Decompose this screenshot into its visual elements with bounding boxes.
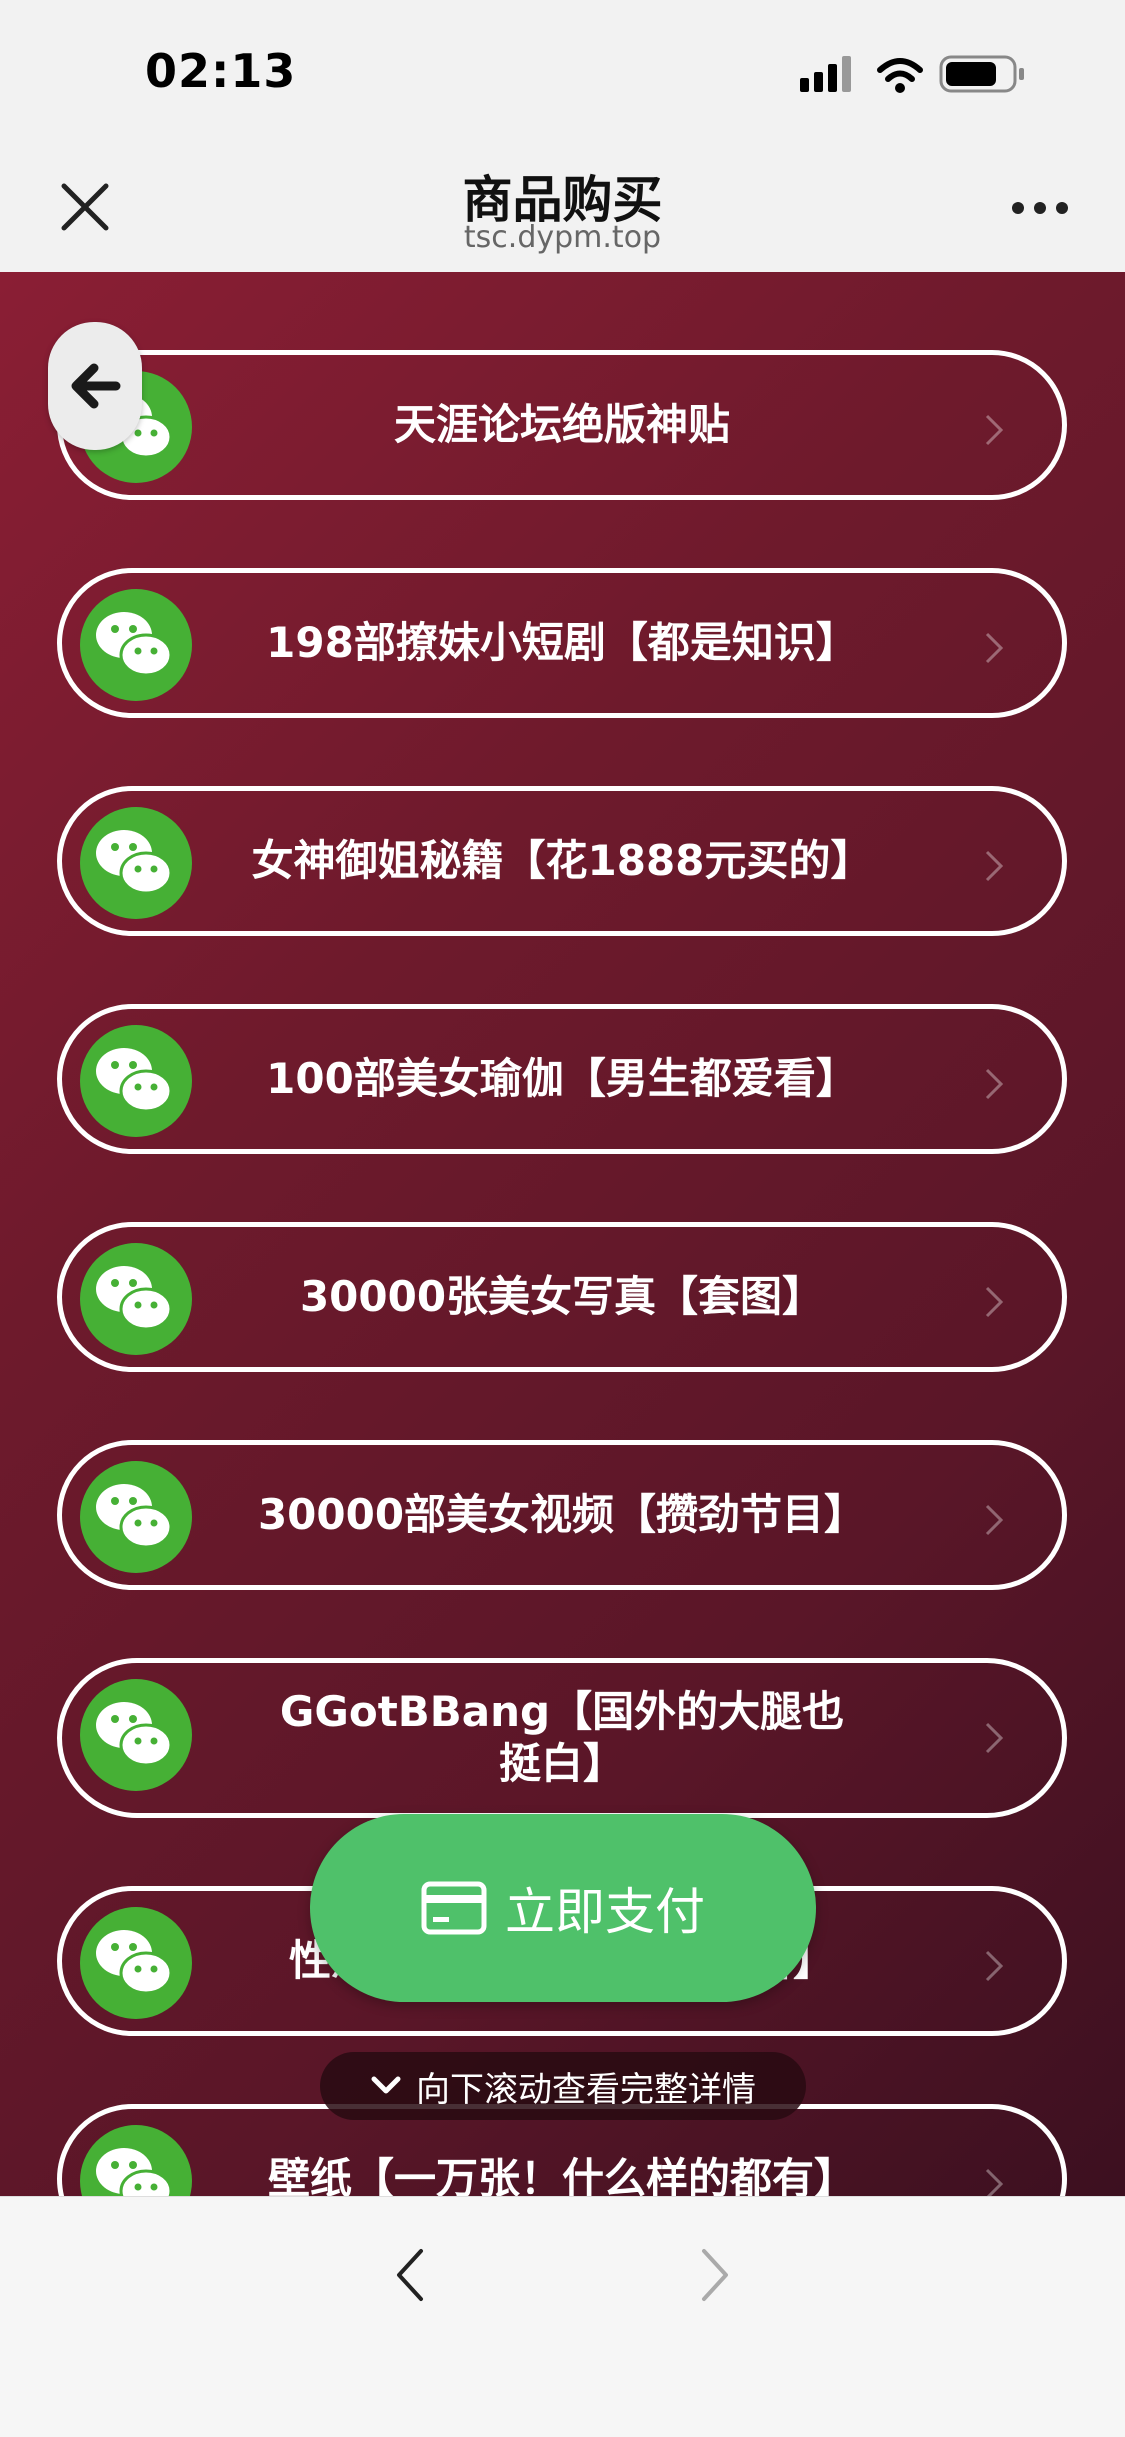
list-item[interactable]: 198部撩妹小短剧【都是知识】 (57, 568, 1067, 718)
wechat-icon (80, 807, 192, 919)
item-label: 女神御姐秘籍【花1888元买的】 (251, 836, 873, 885)
chevron-right-icon (985, 1286, 1004, 1318)
wifi-icon (877, 58, 923, 93)
item-label: 100部美女瑜伽【男生都爱看】 (266, 1054, 858, 1103)
wechat-icon (80, 1679, 192, 1791)
item-label: 30000张美女写真【套图】 (299, 1272, 825, 1321)
item-label: GGotBBang【国外的大腿也挺白】 (279, 1687, 845, 1788)
credit-card-icon (421, 1881, 487, 1935)
wechat-icon (80, 1461, 192, 1573)
chevron-right-icon (985, 1068, 1004, 1100)
list-item[interactable]: 天涯论坛绝版神贴 (57, 350, 1067, 500)
wechat-icon (80, 1243, 192, 1355)
item-label: 壁纸【一万张！什么样的都有】 (267, 2154, 856, 2196)
list-item[interactable]: 30000部美女视频【攒劲节目】 (57, 1440, 1067, 1590)
pay-now-button[interactable]: 立即支付 (310, 1814, 816, 2002)
wechat-icon (80, 1907, 192, 2019)
wechat-icon (80, 589, 192, 701)
bottom-toolbar (0, 2196, 1125, 2437)
signal-icon (800, 56, 851, 92)
chevron-right-icon (985, 1722, 1004, 1754)
list-item[interactable]: 100部美女瑜伽【男生都爱看】 (57, 1004, 1067, 1154)
page-url: tsc.dypm.top (463, 220, 662, 255)
chevron-right-icon (985, 2168, 1004, 2196)
status-bar: 02:13 (0, 0, 1125, 150)
scroll-hint-label: 向下滚动查看完整详情 (416, 2069, 756, 2110)
product-list-area: 天涯论坛绝版神贴 198部撩妹小短剧【都是知识】 女神御姐秘籍【花1888元买的… (0, 272, 1125, 2196)
chevron-right-icon (985, 414, 1004, 446)
wechat-icon (80, 1025, 192, 1137)
list-item[interactable]: 30000张美女写真【套图】 (57, 1222, 1067, 1372)
battery-icon (939, 55, 1024, 93)
item-label: 30000部美女视频【攒劲节目】 (257, 1490, 867, 1539)
wechat-icon (80, 2125, 192, 2196)
status-icons (800, 55, 1024, 93)
nav-bar: 商品购买 tsc.dypm.top (0, 150, 1125, 272)
arrow-left-icon (71, 363, 121, 409)
back-arrow-icon[interactable] (395, 2247, 425, 2303)
status-time: 02:13 (145, 44, 297, 98)
back-button[interactable] (48, 322, 142, 450)
item-label: 天涯论坛绝版神贴 (393, 400, 730, 449)
chevron-right-icon (985, 850, 1004, 882)
pay-now-label: 立即支付 (505, 1883, 705, 1941)
chevron-right-icon (985, 632, 1004, 664)
forward-arrow-icon[interactable] (700, 2247, 730, 2303)
item-label: 198部撩妹小短剧【都是知识】 (266, 618, 858, 667)
chevron-right-icon (985, 1504, 1004, 1536)
list-item[interactable]: 女神御姐秘籍【花1888元买的】 (57, 786, 1067, 936)
more-icon[interactable] (1010, 200, 1070, 216)
list-item[interactable]: GGotBBang【国外的大腿也挺白】 (57, 1658, 1067, 1818)
scroll-hint[interactable]: 向下滚动查看完整详情 (320, 2052, 806, 2120)
chevron-down-icon (371, 2076, 401, 2094)
chevron-right-icon (985, 1950, 1004, 1982)
